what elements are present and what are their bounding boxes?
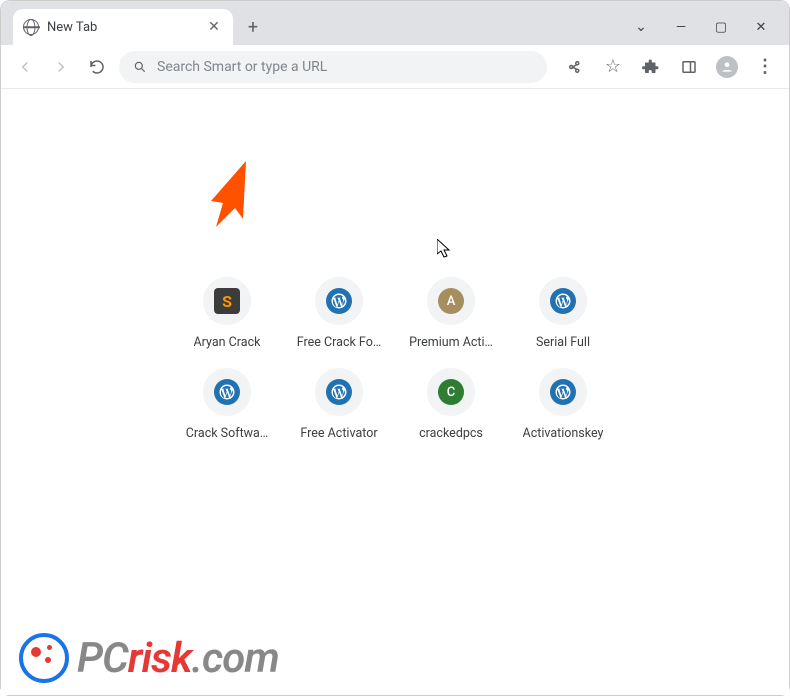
- reload-button[interactable]: [83, 53, 111, 81]
- forward-button[interactable]: [47, 53, 75, 81]
- shortcut-tile[interactable]: Serial Full: [507, 277, 619, 350]
- shortcut-label: Activationskey: [523, 426, 604, 441]
- content-area: S Aryan Crack Free Crack Fo… A Premium Acti……: [1, 89, 789, 695]
- shortcut-icon-bg: [539, 277, 587, 325]
- shortcut-tile[interactable]: Free Activator: [283, 368, 395, 441]
- shortcut-tile[interactable]: A Premium Acti…: [395, 277, 507, 350]
- omnibox[interactable]: Search Smart or type a URL: [119, 51, 547, 83]
- shortcut-tile[interactable]: Free Crack Fo…: [283, 277, 395, 350]
- shortcut-icon-bg: [539, 368, 587, 416]
- close-window-button[interactable]: ✕: [753, 20, 769, 35]
- shortcut-label: Premium Acti…: [409, 335, 493, 350]
- wordpress-icon: [550, 288, 576, 314]
- minimize-button[interactable]: —: [673, 20, 689, 35]
- shortcut-icon-bg: C: [427, 368, 475, 416]
- shortcut-tile[interactable]: Ccrackedpcs: [395, 368, 507, 441]
- shortcut-icon-bg: A: [427, 277, 475, 325]
- sublime-icon: S: [214, 288, 240, 314]
- share-button[interactable]: [561, 53, 589, 81]
- shortcut-icon-bg: [315, 368, 363, 416]
- menu-button[interactable]: ⋮: [751, 53, 779, 81]
- window-controls: ⌄ — ▢ ✕: [633, 19, 781, 35]
- back-button[interactable]: [11, 53, 39, 81]
- wordpress-icon: [326, 288, 352, 314]
- bookmark-button[interactable]: ☆: [599, 53, 627, 81]
- tab-search-button[interactable]: ⌄: [633, 19, 649, 35]
- search-icon: [133, 60, 147, 74]
- globe-icon: [23, 19, 39, 35]
- shortcut-tile[interactable]: Activationskey: [507, 368, 619, 441]
- sidepanel-button[interactable]: [675, 53, 703, 81]
- shortcut-label: crackedpcs: [419, 426, 483, 441]
- close-tab-button[interactable]: ✕: [205, 18, 223, 36]
- shortcut-label: Crack Softwa…: [186, 426, 268, 441]
- titlebar: New Tab ✕ + ⌄ — ▢ ✕: [1, 1, 789, 45]
- letter-icon: A: [438, 288, 464, 314]
- new-tab-button[interactable]: +: [239, 13, 267, 41]
- tab-title: New Tab: [47, 20, 97, 35]
- wordpress-icon: [326, 379, 352, 405]
- shortcut-icon-bg: [203, 368, 251, 416]
- extensions-button[interactable]: [637, 53, 665, 81]
- toolbar-right: ☆ ⋮: [555, 53, 779, 81]
- wordpress-icon: [550, 379, 576, 405]
- browser-tab[interactable]: New Tab ✕: [13, 9, 233, 45]
- wordpress-icon: [214, 379, 240, 405]
- shortcut-icon-bg: [315, 277, 363, 325]
- shortcut-tile[interactable]: S Aryan Crack: [171, 277, 283, 350]
- profile-button[interactable]: [713, 53, 741, 81]
- shortcut-label: Serial Full: [536, 335, 590, 350]
- shortcut-label: Free Activator: [300, 426, 377, 441]
- omnibox-placeholder: Search Smart or type a URL: [157, 59, 533, 75]
- shortcut-label: Aryan Crack: [194, 335, 261, 350]
- shortcut-tile[interactable]: Crack Softwa…: [171, 368, 283, 441]
- maximize-button[interactable]: ▢: [713, 20, 729, 35]
- annotation-arrow-icon: [201, 161, 271, 231]
- toolbar: Search Smart or type a URL ☆ ⋮: [1, 45, 789, 89]
- cursor-icon: [437, 239, 453, 259]
- shortcut-icon-bg: S: [203, 277, 251, 325]
- shortcuts-grid: S Aryan Crack Free Crack Fo… A Premium Acti……: [171, 277, 619, 441]
- letter-icon: C: [438, 379, 464, 405]
- shortcut-label: Free Crack Fo…: [297, 335, 381, 350]
